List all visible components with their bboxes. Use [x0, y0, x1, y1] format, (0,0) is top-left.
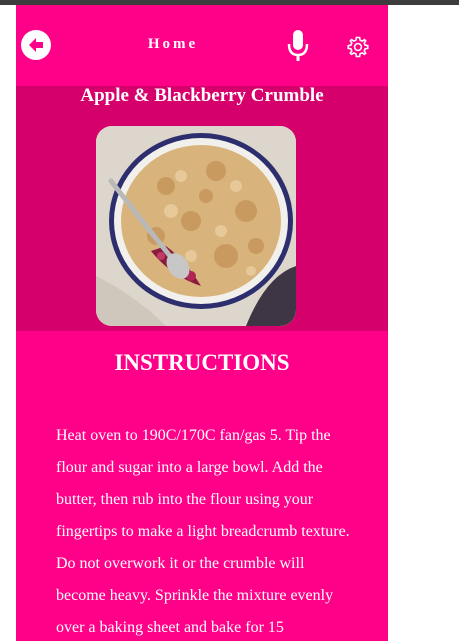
microphone-icon: [287, 30, 309, 61]
voice-button[interactable]: [285, 29, 311, 63]
app-header: Home: [16, 5, 388, 86]
recipe-title: Apple & Blackberry Crumble: [80, 85, 324, 106]
gear-icon: [347, 36, 369, 58]
instructions-text: Heat oven to 190C/170C fan/gas 5. Tip th…: [56, 427, 350, 636]
header-title: Home: [147, 36, 199, 52]
instructions-heading: INSTRUCTIONS: [114, 350, 290, 375]
recipe-image: [96, 126, 296, 326]
crumble-photo: [96, 126, 296, 326]
recipe-screen: Home Apple & Blackberry Crumble INSTRUCT…: [16, 5, 388, 641]
settings-button[interactable]: [346, 35, 370, 59]
